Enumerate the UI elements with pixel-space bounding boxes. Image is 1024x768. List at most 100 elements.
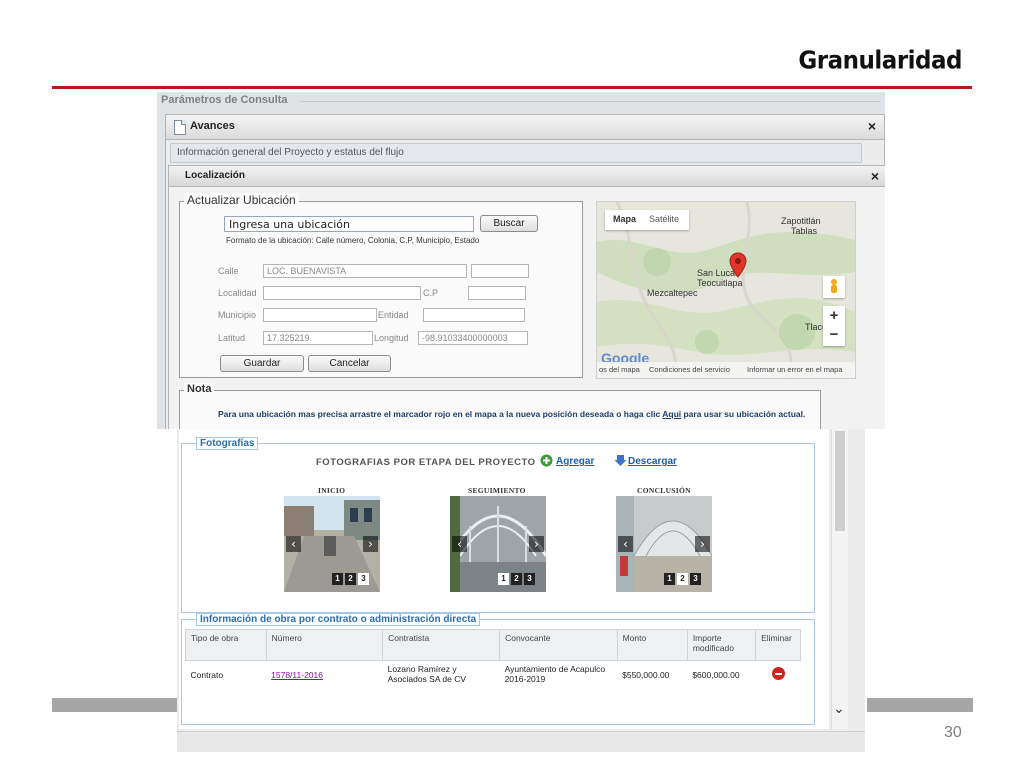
street-view-pegman-icon[interactable] — [823, 276, 845, 298]
photo-seguimiento-next-icon[interactable]: › — [529, 536, 544, 552]
map-footer: os del mapa Condiciones del servicio Inf… — [597, 362, 855, 378]
agregar-link[interactable]: Agregar — [556, 456, 594, 467]
numero-field[interactable] — [471, 264, 529, 278]
cancelar-button[interactable]: Cancelar — [308, 355, 391, 372]
photo-conclusion-page-3[interactable]: 3 — [690, 573, 701, 585]
scrollbar-thumb[interactable] — [835, 431, 845, 531]
municipio-field[interactable] — [263, 308, 377, 322]
bg-section-label: Parámetros de Consulta — [161, 94, 288, 106]
bottom-strip — [177, 731, 865, 752]
col-monto: Monto — [616, 629, 688, 661]
localidad-field[interactable] — [263, 286, 421, 300]
guardar-button[interactable]: Guardar — [220, 355, 304, 372]
col-importe-modificado: Importe modificado — [686, 629, 757, 661]
map-footer-report[interactable]: Informar un error en el mapa — [747, 365, 842, 374]
fotografias-fieldset: Fotografías FOTOGRAFIAS POR ETAPA DEL PR… — [181, 437, 815, 613]
nota-text: Para una ubicación mas precisa arrastre … — [218, 409, 805, 419]
photos-screenshot: ⌄ Fotografías FOTOGRAFIAS POR ETAPA DEL … — [177, 429, 865, 752]
map-marker-icon[interactable] — [729, 252, 747, 278]
fotos-section-title: FOTOGRAFIAS POR ETAPA DEL PROYECTO — [316, 457, 536, 468]
nota-legend: Nota — [184, 383, 215, 395]
entidad-field[interactable] — [423, 308, 525, 322]
photo-conclusion-prev-icon[interactable]: ‹ — [618, 536, 633, 552]
location-map[interactable]: Mapa Satélite Zapotitlán Tablas San Luca… — [596, 201, 856, 379]
nota-fieldset: Nota Para una ubicación mas precisa arra… — [179, 383, 821, 429]
nota-text-before: Para una ubicación mas precisa arrastre … — [218, 409, 663, 419]
fotografias-legend: Fotografías — [196, 437, 259, 450]
download-arrow-icon[interactable] — [614, 454, 627, 467]
add-circle-icon[interactable] — [540, 454, 553, 467]
pegman-icon — [831, 279, 837, 293]
stage-label-conclusion: CONCLUSIÓN — [637, 486, 691, 495]
localizacion-close-icon[interactable]: × — [871, 168, 879, 184]
avances-window: Avances × Información general del Proyec… — [165, 114, 885, 429]
map-place-zapotitlan: Zapotitlán — [781, 216, 821, 226]
zoom-in-button[interactable]: + — [823, 306, 845, 326]
col-numero: Número — [265, 629, 384, 661]
col-tipo-obra: Tipo de obra — [185, 629, 267, 661]
photo-inicio-next-icon[interactable]: › — [363, 536, 378, 552]
avances-close-icon[interactable]: × — [868, 118, 876, 134]
location-search-input[interactable]: Ingresa una ubicación — [224, 216, 474, 232]
map-footer-terms[interactable]: Condiciones del servicio — [649, 365, 730, 374]
cell-importe: $600,000.00 — [692, 670, 740, 680]
stage-label-seguimiento: SEGUIMIENTO — [468, 486, 526, 495]
map-tab-mapa[interactable]: Mapa — [613, 214, 636, 224]
photo-inicio-page-2[interactable]: 2 — [345, 573, 356, 585]
photo-conclusion-page-1[interactable]: 1 — [664, 573, 675, 585]
avances-header: Avances × — [166, 115, 884, 140]
localizacion-window: Localización × Actualizar Ubicación Ingr… — [168, 165, 885, 429]
cell-convocante: Ayuntamiento de Acapulco 2016-2019 — [504, 664, 606, 684]
nota-aqui-link[interactable]: Aqui — [662, 409, 681, 419]
table-row: Contrato 1578/11-2016 Lozano Ramírez y A… — [186, 661, 801, 688]
cell-tipo: Contrato — [190, 670, 224, 680]
map-place-tablas: Tablas — [791, 226, 818, 236]
slide-title: Granularidad — [798, 46, 962, 76]
scroll-down-icon[interactable]: ⌄ — [833, 701, 845, 717]
footer-bar-right — [867, 698, 973, 712]
latitud-field[interactable]: 17.325219 — [263, 331, 373, 345]
calle-field[interactable]: LOC. BUENAVISTA — [263, 264, 467, 278]
map-type-toggle: Mapa Satélite — [605, 210, 689, 230]
col-eliminar: Eliminar — [755, 629, 801, 661]
delete-icon[interactable] — [771, 667, 785, 680]
map-tab-satelite[interactable]: Satélite — [649, 214, 679, 224]
photo-seguimiento[interactable]: ‹ › 1 2 3 — [450, 496, 546, 592]
localizacion-title: Localización — [185, 170, 246, 181]
contract-number-link[interactable]: 1578/11-2016 — [271, 670, 323, 680]
photo-conclusion[interactable]: ‹ › 1 2 3 — [616, 496, 712, 592]
localidad-label: Localidad — [218, 288, 257, 298]
cell-monto: $550,000.00 — [622, 670, 670, 680]
footer-bar-left — [52, 698, 178, 712]
photo-seguimiento-page-3[interactable]: 3 — [524, 573, 535, 585]
photo-seguimiento-prev-icon[interactable]: ‹ — [452, 536, 467, 552]
informacion-obra-legend: Información de obra por contrato o admin… — [196, 613, 481, 626]
photo-seguimiento-page-2[interactable]: 2 — [511, 573, 522, 585]
zoom-out-button[interactable]: − — [823, 326, 845, 346]
longitud-field[interactable]: -98.91033400000003 — [418, 331, 528, 345]
photo-inicio[interactable]: ‹ › 1 2 3 — [284, 496, 380, 592]
photo-conclusion-page-2[interactable]: 2 — [677, 573, 688, 585]
avances-title: Avances — [190, 120, 235, 132]
title-underline — [52, 86, 972, 89]
map-zoom-control: + − — [823, 306, 845, 346]
photo-conclusion-next-icon[interactable]: › — [695, 536, 710, 552]
photo-inicio-page-3[interactable]: 3 — [358, 573, 369, 585]
info-general-panel[interactable]: Información general del Proyecto y estat… — [170, 143, 862, 163]
map-footer-data[interactable]: os del mapa — [599, 365, 640, 374]
bg-section-line — [300, 101, 880, 102]
location-screenshot: Parámetros de Consulta Avances × Informa… — [157, 92, 885, 429]
photo-inicio-prev-icon[interactable]: ‹ — [286, 536, 301, 552]
longitud-label: Longitud — [374, 333, 409, 343]
buscar-button[interactable]: Buscar — [480, 215, 538, 232]
cp-field[interactable] — [468, 286, 526, 300]
nota-text-after: para usar su ubicación actual. — [681, 409, 806, 419]
format-note: Formato de la ubicación: Calle número, C… — [226, 236, 480, 245]
map-place-mezcaltepec: Mezcaltepec — [647, 288, 698, 298]
stage-label-inicio: INICIO — [318, 486, 346, 495]
photo-inicio-page-1[interactable]: 1 — [332, 573, 343, 585]
actualizar-ubicacion-fieldset: Actualizar Ubicación Ingresa una ubicaci… — [179, 193, 583, 378]
descargar-link[interactable]: Descargar — [628, 456, 677, 467]
cp-label: C.P — [423, 288, 439, 298]
photo-seguimiento-page-1[interactable]: 1 — [498, 573, 509, 585]
